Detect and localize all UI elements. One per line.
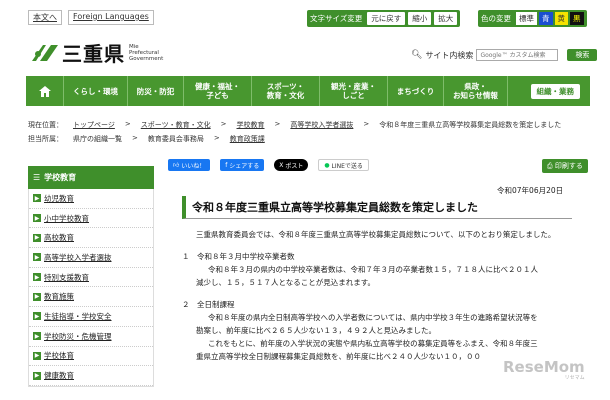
arrow-right-icon: ▶ [33,292,41,301]
nav-item-kenkou[interactable]: 健康・福祉・ 子ども [184,76,252,106]
org-business-button[interactable]: 組織・業務 [530,83,580,99]
publish-date: 令和07年06月20日 [497,186,564,195]
printer-icon: ⎙ [547,162,553,170]
font-size-title: 文字サイズ変更 [310,14,363,23]
nav-item-kurashi[interactable]: くらし・環境 [64,76,128,106]
x-logo-icon: X [279,161,284,169]
utility-links: 本文へ Foreign Languages [28,10,154,25]
site-logo[interactable]: 三重県 Mie Prefectural Government [30,38,163,67]
font-reset-button[interactable]: 元に戻す [367,12,406,25]
sidebar-list: ▶ 幼児教育 ▶ 小中学校教育 ▶ 高校教育 ▶ 高等学校入学者選抜 ▶ 特別支援教育 ▶… [28,189,154,387]
department-label: 担当所属： [28,135,63,143]
color-yellow-button[interactable]: 黄 [554,12,568,25]
nav-item-sports[interactable]: スポーツ・ 教育・文化 [252,76,320,106]
color-blue-button[interactable]: 青 [539,12,553,25]
share-buttons: 👍︎ いいね！ f シェアする X ポスト ● LINEで送る [168,159,369,171]
search-icon: 🔍︎ [411,50,423,60]
mie-emblem-icon [32,44,58,61]
sidebar-item[interactable]: ▶ 高校教育 [29,228,153,249]
like-icon: 👍︎ [173,162,180,169]
color-change-control: 色の変更 標準 青 黄 黒 [478,10,587,27]
logo-name: 三重県 [62,42,125,66]
page-title: 令和８年度三重県立高等学校募集定員総数を策定しました [182,196,572,219]
logo-english: Mie Prefectural Government [129,43,164,62]
sidebar-item[interactable]: ▶ 生徒指導・学校安全 [29,307,153,327]
color-standard-button[interactable]: 標準 [516,12,537,25]
color-black-button[interactable]: 黒 [570,12,584,25]
nav-home[interactable] [26,76,64,106]
site-search: 🔍︎ サイト内検索 検索 [411,49,598,61]
breadcrumb-sports[interactable]: スポーツ・教育・文化 [141,120,211,130]
search-input[interactable] [476,49,559,61]
global-nav: くらし・環境 防災・防犯 健康・福祉・ 子ども スポーツ・ 教育・文化 観光・産… [26,76,590,106]
breadcrumb: 現在位置： トップページ > スポーツ・教育・文化 > 学校教育 > 高等学校入学者選… [28,120,562,144]
sidebar-item[interactable]: ▶ 学校体育 [29,347,153,367]
arrow-right-icon: ▶ [33,214,41,223]
arrow-right-icon: ▶ [33,253,41,262]
breadcrumb-exam[interactable]: 高等学校入学者選抜 [290,120,353,130]
section-2-line: 勘案し、前年度に比べ２６５人少ない１３，４９２人と見込みました。 [196,326,436,335]
dept-policy-link[interactable]: 教育政策課 [230,134,265,144]
sidebar-heading: ☰ 学校教育 [28,166,154,189]
foreign-languages-link[interactable]: Foreign Languages [68,10,154,25]
sidebar-item[interactable]: ▶ 学校防災・危機管理 [29,327,153,347]
arrow-right-icon: ▶ [33,233,41,242]
breadcrumb-top[interactable]: トップページ [73,120,115,130]
section-2-heading: ２ 全日制課程 [182,300,235,309]
search-label: サイト内検索 [425,50,474,60]
home-icon [38,85,51,97]
menu-icon: ☰ [33,173,41,182]
line-icon: ● [324,161,330,169]
facebook-share-button[interactable]: f シェアする [220,159,265,171]
x-post-button[interactable]: X ポスト [274,159,309,171]
intro-paragraph: 三重県教育委員会では、令和８年度三重県立高等学校募集定員総数について、以下のとお… [196,230,556,239]
color-title: 色の変更 [481,14,511,23]
nav-item-bousai[interactable]: 防災・防犯 [128,76,184,106]
search-button[interactable]: 検索 [567,49,598,61]
sidebar: ☰ 学校教育 ▶ 幼児教育 ▶ 小中学校教育 ▶ 高校教育 ▶ 高等学校入学者選抜 ▶ 特… [28,166,154,387]
font-size-control: 文字サイズ変更 元に戻す 縮小 拡大 [307,10,461,27]
arrow-right-icon: ▶ [33,351,41,360]
nav-org-wrap: 組織・業務 [530,76,591,106]
breadcrumb-label: 現在位置： [28,121,63,129]
facebook-icon: f [225,161,228,169]
nav-item-kensei[interactable]: 県政・ お知らせ情報 [444,76,508,106]
font-enlarge-button[interactable]: 拡大 [434,12,458,25]
sidebar-item[interactable]: ▶ 高等学校入学者選抜 [29,248,153,268]
section-1-line: 減少し、１５，５１７人となることが見込まれます。 [196,278,376,287]
arrow-right-icon: ▶ [33,194,41,203]
sidebar-item[interactable]: ▶ 小中学校教育 [29,209,153,229]
breadcrumb-current: 令和８年度三重県立高等学校募集定員総数を策定しました [379,121,562,129]
dept-board: 教育委員会事務局 [147,135,204,143]
arrow-right-icon: ▶ [33,273,41,282]
arrow-right-icon: ▶ [33,371,41,380]
sidebar-item[interactable]: ▶ 特別支援教育 [29,268,153,288]
font-shrink-button[interactable]: 縮小 [408,12,432,25]
nav-item-machizukuri[interactable]: まちづくり [388,76,444,106]
print-button[interactable]: ⎙ 印刷する [542,159,588,173]
section-1-line: 令和８年３月の県内の中学校卒業者数は、令和７年３月の卒業者数１５，７１８人に比べ… [208,265,538,274]
section-2-line: 令和８年度の県内全日制高等学校への入学者数については、県内中学校３年生の進路希望… [208,313,538,322]
article-body: 三重県教育委員会では、令和８年度三重県立高等学校募集定員総数について、以下のとお… [182,228,582,363]
skip-to-content-link[interactable]: 本文へ [28,10,62,25]
nav-item-kankou[interactable]: 観光・産業・ しごと [320,76,388,106]
facebook-like-button[interactable]: 👍︎ いいね！ [168,159,211,171]
arrow-right-icon: ▶ [33,312,41,321]
section-2-line: これをもとに、前年度の入学状況の実態や県内私立高等学校の募集定員等をふまえ、令和… [208,339,538,348]
arrow-right-icon: ▶ [33,332,41,341]
dept-org-list: 県庁の組織一覧 [73,135,122,143]
section-1-heading: １ 令和８年３月中学校卒業者数 [182,252,295,261]
line-send-button[interactable]: ● LINEで送る [318,159,369,171]
resemom-watermark: ReseMom リセマム [503,358,585,381]
sidebar-item[interactable]: ▶ 教育施策 [29,287,153,308]
sidebar-item[interactable]: ▶ 健康教育 [29,366,153,386]
sidebar-item[interactable]: ▶ 幼児教育 [29,189,153,209]
breadcrumb-school[interactable]: 学校教育 [237,120,265,130]
